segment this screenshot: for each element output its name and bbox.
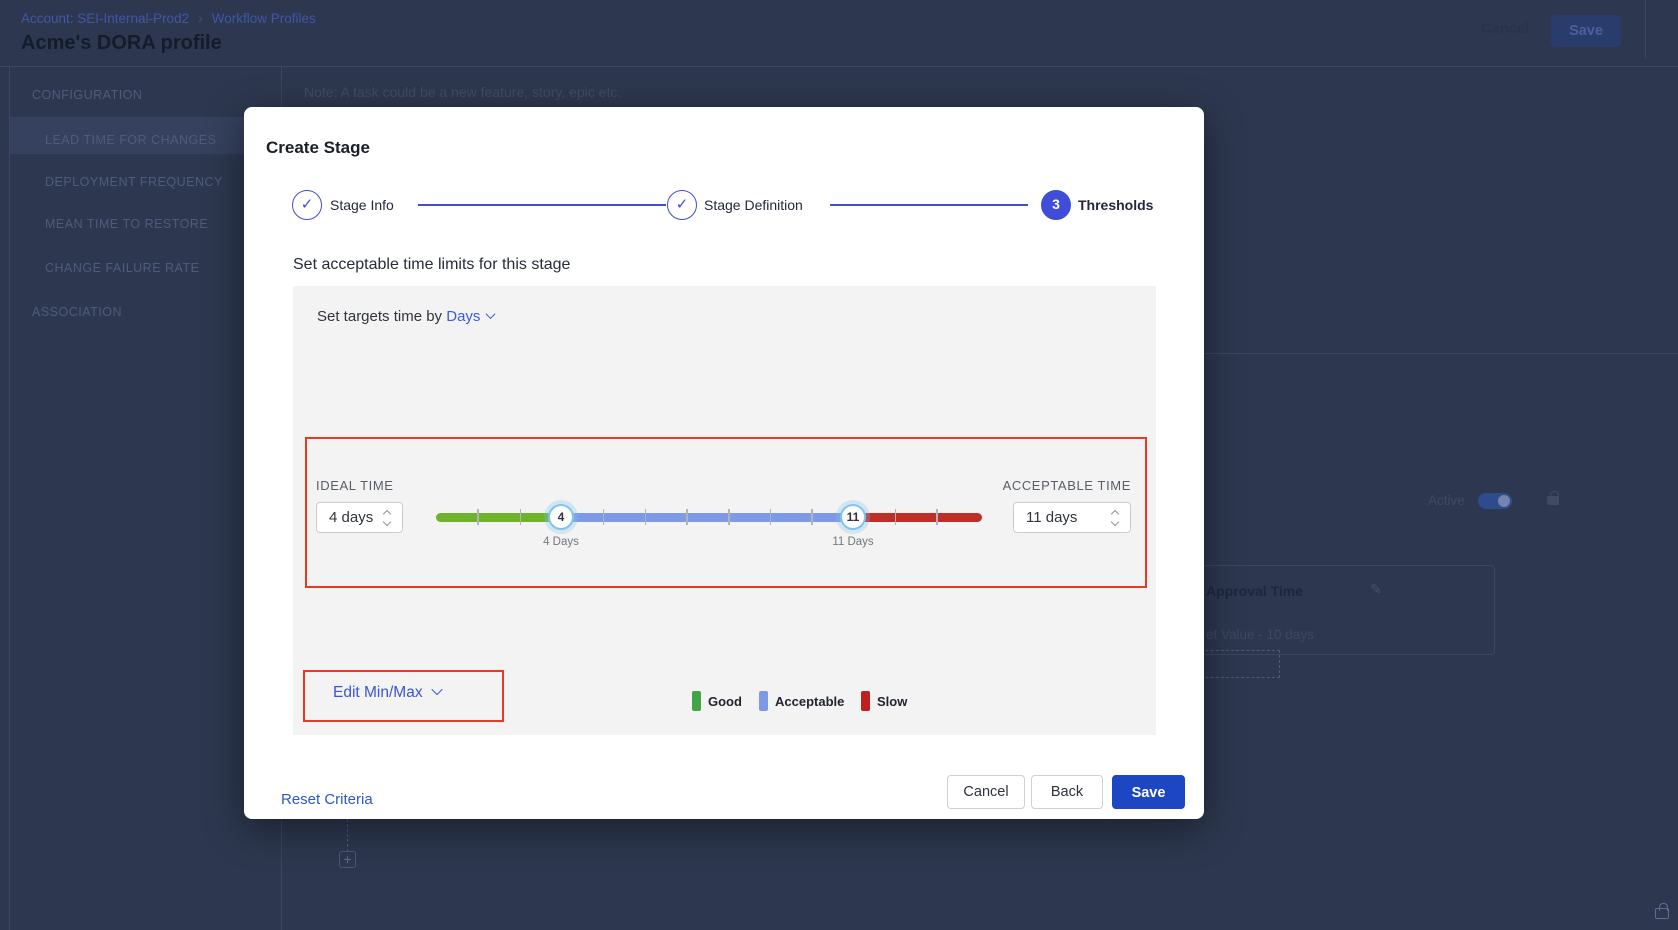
thresholds-panel: Set targets time by Days IDEAL TIME ACCE… [293,286,1156,735]
slider-tick [477,509,479,525]
step-3-number-badge[interactable]: 3 [1041,190,1071,220]
header-cancel-button[interactable]: Cancel [1477,21,1533,43]
legend-swatch-good [692,691,701,711]
slider-tick [936,509,938,525]
legend-label-slow: Slow [877,694,907,709]
legend-swatch-slow [861,691,870,711]
step-1-label[interactable]: Stage Info [330,190,394,220]
thresholds-subtitle: Set acceptable time limits for this stag… [293,256,570,274]
sidebar-section-association[interactable]: ASSOCIATION [32,302,122,322]
stepper-down-icon[interactable] [383,518,391,526]
bottom-right-lock-icon[interactable] [1655,908,1669,919]
header-divider [1645,0,1646,58]
slider-tick [811,509,813,525]
stepper-down-icon[interactable] [1111,518,1119,526]
task-note-text: Note: A task could be a new feature, sto… [304,84,621,100]
acceptable-time-value[interactable] [1026,503,1096,532]
stage-card-value: et Value - 10 days [1206,627,1314,642]
header-bottom-border [0,66,1678,67]
slider-tick [728,509,730,525]
threshold-slider[interactable]: 4 11 [436,513,982,522]
breadcrumb-workflow-profiles-link[interactable]: Workflow Profiles [212,11,316,26]
breadcrumb-chevron-icon: › [198,10,203,26]
slider-tick [686,509,688,525]
sidebar-left-border [9,66,10,930]
slider-track[interactable] [436,513,982,522]
toggle-knob [1498,495,1510,507]
slider-tick [520,509,522,525]
breadcrumb: Account: SEI-Internal-Prod2 › Workflow Pro… [21,10,316,26]
modal-title: Create Stage [266,138,370,158]
background-divider-line [1204,353,1678,354]
legend-label-good: Good [708,694,742,709]
number-stepper[interactable] [1111,508,1121,529]
time-unit-dropdown[interactable]: Days [446,308,494,325]
active-toggle-label: Active [1428,493,1465,508]
add-stage-button[interactable]: + [339,851,356,868]
legend-swatch-acceptable [759,691,768,711]
create-stage-modal: Create Stage ✓ Stage Info ✓ Stage Defini… [244,107,1204,819]
sidebar-item-deployment-frequency[interactable]: DEPLOYMENT FREQUENCY [45,172,223,192]
slider-segment-good [436,513,561,522]
chevron-down-icon [431,684,442,695]
step-2-check-icon[interactable]: ✓ [667,190,697,220]
modal-save-button[interactable]: Save [1112,775,1185,809]
slider-segment-slow [853,513,982,522]
set-targets-row: Set targets time by Days [317,308,494,325]
edit-pencil-icon[interactable]: ✎ [1370,581,1382,598]
step-connector-1 [418,204,666,206]
step-3-label[interactable]: Thresholds [1078,190,1153,220]
chevron-down-icon [486,309,496,319]
modal-cancel-button[interactable]: Cancel [947,775,1025,809]
slider-tick [895,509,897,525]
slider-caption-low: 4 Days [521,536,601,548]
sidebar-section-configuration[interactable]: CONFIGURATION [32,85,142,105]
sidebar-item-mean-time-to-restore[interactable]: MEAN TIME TO RESTORE [45,214,208,234]
modal-back-button[interactable]: Back [1031,775,1103,809]
header-save-button[interactable]: Save [1551,15,1621,47]
step-2-label[interactable]: Stage Definition [704,190,803,220]
active-toggle[interactable] [1478,493,1512,509]
slider-tick [770,509,772,525]
ideal-time-label: IDEAL TIME [316,478,394,493]
step-1-check-icon[interactable]: ✓ [292,190,322,220]
ideal-time-value[interactable] [329,503,380,532]
step-connector-2 [830,204,1028,206]
stage-card-title: Approval Time [1206,583,1303,599]
page-title: Acme's DORA profile [21,32,222,55]
edit-minmax-toggle[interactable]: Edit Min/Max [333,684,441,702]
slider-segment-acceptable [561,513,853,522]
acceptable-time-input[interactable] [1013,502,1131,533]
acceptable-time-label: ACCEPTABLE TIME [893,478,1131,493]
slider-tick [603,509,605,525]
reset-criteria-link[interactable]: Reset Criteria [281,791,373,808]
ideal-time-input[interactable] [316,502,403,533]
sidebar-item-change-failure-rate[interactable]: CHANGE FAILURE RATE [45,258,199,278]
slider-caption-high: 11 Days [813,536,893,548]
connector-dashed-line [347,819,348,852]
set-targets-label: Set targets time by [317,308,442,325]
slider-handle-high[interactable]: 11 [840,504,866,530]
slider-handle-low[interactable]: 4 [548,504,574,530]
breadcrumb-account-link[interactable]: Account: SEI-Internal-Prod2 [21,11,189,26]
number-stepper[interactable] [383,508,393,529]
slider-tick [645,509,647,525]
sidebar-item-lead-time-for-changes[interactable]: LEAD TIME FOR CHANGES [45,130,216,150]
lock-icon[interactable] [1547,496,1559,505]
legend-label-acceptable: Acceptable [775,694,844,709]
